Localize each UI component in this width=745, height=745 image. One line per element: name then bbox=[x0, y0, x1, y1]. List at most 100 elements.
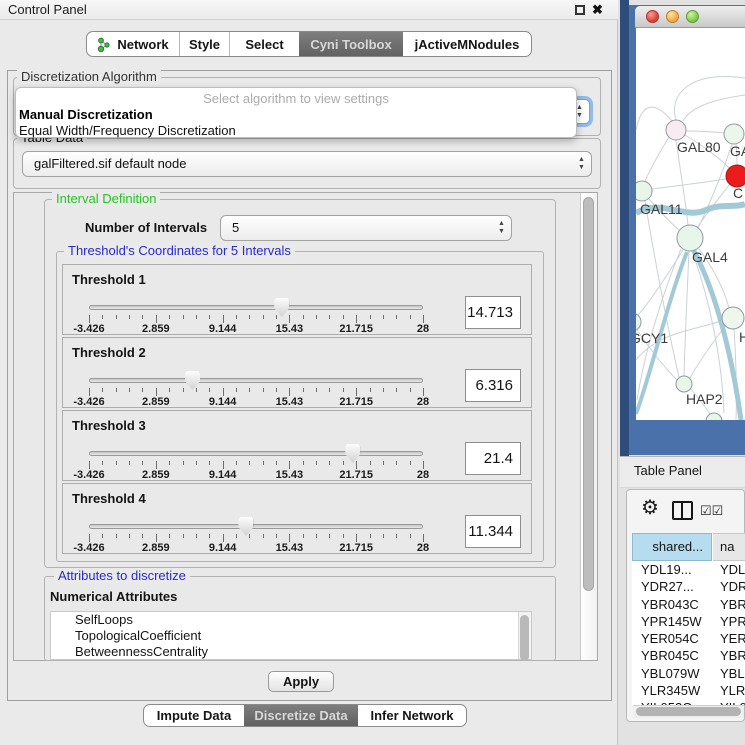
slider-tick-label: 2.859 bbox=[142, 542, 170, 554]
tab-impute-data[interactable]: Impute Data bbox=[144, 705, 244, 726]
tab-cyni-toolbox-label: Cyni Toolbox bbox=[310, 37, 391, 52]
tab-jactivemnodules[interactable]: jActiveMNodules bbox=[403, 32, 531, 56]
network-node[interactable] bbox=[724, 124, 744, 144]
slider-tick-label: 9.144 bbox=[209, 469, 237, 481]
select-columns-icon[interactable]: ☑☑ bbox=[700, 503, 723, 519]
slider-tick-label: 15.43 bbox=[276, 542, 304, 554]
threshold-value-field[interactable]: 14.713 bbox=[465, 296, 521, 329]
slider-thumb[interactable] bbox=[185, 371, 200, 390]
tab-network[interactable]: Network bbox=[87, 32, 179, 56]
slider-tick-mark bbox=[329, 388, 330, 392]
slider-tick-mark bbox=[156, 388, 157, 396]
mac-minimize-button[interactable] bbox=[666, 10, 679, 23]
apply-button[interactable]: Apply bbox=[268, 671, 334, 692]
numerical-attributes-list[interactable]: SelfLoopsTopologicalCoefficientBetweenne… bbox=[50, 611, 532, 660]
network-node[interactable] bbox=[726, 165, 745, 187]
threshold-value-field[interactable]: 11.344 bbox=[465, 515, 521, 548]
tab-infer-network[interactable]: Infer Network bbox=[358, 705, 466, 726]
mac-close-button[interactable] bbox=[646, 10, 659, 23]
network-node[interactable] bbox=[677, 225, 703, 251]
slider-track[interactable] bbox=[89, 378, 423, 383]
table-data-combobox[interactable]: galFiltered.sif default node ▲▼ bbox=[22, 151, 592, 177]
slider-tick-mark bbox=[102, 461, 103, 465]
split-columns-icon[interactable] bbox=[672, 501, 693, 520]
slider-tick-mark bbox=[410, 315, 411, 319]
column-header-name[interactable]: na bbox=[713, 533, 745, 561]
slider-tick-label: -3.426 bbox=[73, 323, 104, 335]
interval-definition-title: Interval Definition bbox=[52, 192, 160, 206]
number-of-intervals-value: 5 bbox=[232, 220, 239, 235]
slider-tick-mark bbox=[356, 388, 357, 396]
slider-tick-mark bbox=[196, 534, 197, 538]
slider-tick-label: -3.426 bbox=[73, 396, 104, 408]
table-row[interactable]: YBR043CYBR0 bbox=[632, 596, 745, 613]
tab-style[interactable]: Style bbox=[179, 32, 229, 56]
network-node[interactable] bbox=[676, 376, 692, 392]
table-row[interactable]: YPR145WYPR1 bbox=[632, 613, 745, 630]
table-row[interactable]: YDL19...YDL1 bbox=[632, 561, 745, 578]
control-panel-titlebar bbox=[0, 0, 618, 20]
menu-item-equal-width-frequency[interactable]: Equal Width/Frequency Discretization bbox=[19, 123, 236, 138]
slider-tick-mark bbox=[396, 388, 397, 392]
slider-tick-label: -3.426 bbox=[73, 469, 104, 481]
slider-tick-mark bbox=[276, 461, 277, 465]
slider-tick-label: 21.715 bbox=[339, 469, 373, 481]
network-node[interactable] bbox=[636, 313, 641, 331]
network-graph[interactable]: GAL80GACGAL11GAL4GCY1HHAP2 bbox=[636, 28, 745, 420]
slider-tick-mark bbox=[289, 461, 290, 469]
slider-track[interactable] bbox=[89, 524, 423, 529]
attributes-scrollbar-thumb[interactable] bbox=[520, 615, 529, 661]
mac-zoom-button[interactable] bbox=[686, 10, 699, 23]
float-window-icon[interactable] bbox=[575, 5, 585, 15]
slider-tick-mark bbox=[316, 315, 317, 319]
cell-shared-name: YBR043C bbox=[641, 596, 699, 613]
slider-thumb[interactable] bbox=[345, 444, 360, 463]
close-icon[interactable]: ✖ bbox=[592, 2, 603, 18]
network-node[interactable] bbox=[722, 307, 744, 329]
tab-select[interactable]: Select bbox=[229, 32, 299, 56]
slider-tick-mark bbox=[89, 461, 90, 469]
list-item[interactable]: TopologicalCoefficient bbox=[51, 628, 531, 644]
cell-shared-name: YDR27... bbox=[641, 578, 694, 595]
threshold-value-field[interactable]: 21.4 bbox=[465, 442, 521, 475]
network-node[interactable] bbox=[666, 120, 686, 140]
slider-tick-label: 2.859 bbox=[142, 323, 170, 335]
node-label: H bbox=[739, 329, 745, 345]
table-row[interactable]: YDR27...YDR2 bbox=[632, 578, 745, 595]
tab-discretize-data[interactable]: Discretize Data bbox=[244, 705, 358, 726]
network-canvas[interactable]: GAL80GACGAL11GAL4GCY1HHAP2 bbox=[636, 28, 745, 420]
threshold-value-field[interactable]: 6.316 bbox=[465, 369, 521, 402]
column-header-shared-name[interactable]: shared... bbox=[632, 533, 712, 561]
slider-tick-mark bbox=[169, 461, 170, 465]
table-row[interactable]: YLR345WYLR3 bbox=[632, 682, 745, 699]
horizontal-scrollbar-thumb[interactable] bbox=[636, 707, 741, 716]
slider-track[interactable] bbox=[89, 451, 423, 456]
table-row[interactable]: YBR045CYBR0 bbox=[632, 647, 745, 664]
slider-tick-mark bbox=[423, 534, 424, 542]
vertical-scrollbar-thumb[interactable] bbox=[583, 197, 594, 591]
bottom-tabs: Impute Data Discretize Data Infer Networ… bbox=[143, 704, 467, 727]
list-item[interactable]: BetweennessCentrality bbox=[51, 644, 531, 660]
slider-tick-mark bbox=[289, 315, 290, 323]
menu-item-manual-discretization[interactable]: Manual Discretization bbox=[19, 107, 153, 122]
list-item[interactable]: SelfLoops bbox=[51, 612, 531, 628]
table-row[interactable]: YBL079WYBL0 bbox=[632, 665, 745, 682]
slider-track[interactable] bbox=[89, 305, 423, 310]
network-node[interactable] bbox=[706, 413, 722, 420]
discretization-algorithm-group-title: Discretization Algorithm bbox=[17, 70, 161, 84]
slider-tick-mark bbox=[209, 461, 210, 465]
table-row[interactable]: YER054CYER0 bbox=[632, 630, 745, 647]
threshold-rows: Threshold 1-3.4262.8599.14415.4321.71528… bbox=[62, 264, 532, 556]
node-table: shared... na YDL19...YDL1YDR27...YDR2YBR… bbox=[632, 533, 745, 705]
slider-tick-mark bbox=[276, 534, 277, 538]
threshold-label: Threshold 2 bbox=[72, 345, 146, 360]
tab-cyni-toolbox[interactable]: Cyni Toolbox bbox=[299, 32, 403, 56]
slider-tick-mark bbox=[370, 461, 371, 465]
number-of-intervals-combobox[interactable]: 5 ▲▼ bbox=[220, 215, 512, 241]
threshold-label: Threshold 4 bbox=[72, 491, 146, 506]
slider-tick-label: -3.426 bbox=[73, 542, 104, 554]
gear-icon[interactable]: ⚙ bbox=[641, 498, 659, 518]
network-node[interactable] bbox=[636, 181, 652, 201]
slider-tick-mark bbox=[329, 315, 330, 319]
slider-thumb[interactable] bbox=[238, 517, 253, 536]
